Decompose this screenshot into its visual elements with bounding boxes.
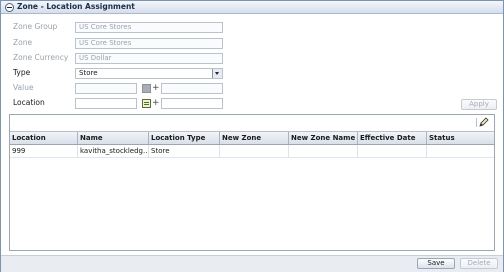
column-header-effective-date[interactable]: Effective Date <box>358 132 427 144</box>
column-header-status[interactable]: Status <box>427 132 494 144</box>
table-row[interactable]: 999 kavitha_stockledg... Store <box>10 145 494 158</box>
location-lookup-icon[interactable] <box>142 99 151 108</box>
cell-new-zone-name <box>289 145 358 157</box>
type-select-value: Store <box>79 69 98 77</box>
value-plus-icon: + <box>152 83 160 93</box>
footer-bar: Save Delete <box>1 255 503 272</box>
location-field[interactable] <box>75 98 137 109</box>
zone-field: US Core Stores <box>75 38 223 49</box>
window-title: Zone - Location Assignment <box>17 2 135 11</box>
type-select[interactable]: Store <box>75 68 223 79</box>
delete-button[interactable]: Delete <box>460 258 498 269</box>
column-header-name[interactable]: Name <box>78 132 149 144</box>
type-label: Type <box>13 68 31 77</box>
location-description-field <box>161 98 223 109</box>
column-header-new-zone[interactable]: New Zone <box>220 132 289 144</box>
value-lookup-icon <box>142 84 151 93</box>
toolbar-divider <box>476 118 477 127</box>
zone-group-field: US Core Stores <box>75 22 223 33</box>
zone-location-assignment-window: Zone - Location Assignment Zone Group US… <box>0 0 504 272</box>
table-header: Location Name Location Type New Zone New… <box>10 131 494 145</box>
value-description-field <box>161 83 223 94</box>
cell-new-zone <box>220 145 289 157</box>
location-table: Location Name Location Type New Zone New… <box>9 114 495 251</box>
collapse-icon[interactable] <box>5 3 14 12</box>
cell-status <box>427 145 494 157</box>
zone-currency-label: Zone Currency <box>13 53 69 62</box>
zone-group-label: Zone Group <box>13 22 58 31</box>
value-label: Value <box>13 83 34 92</box>
save-button[interactable]: Save <box>417 258 455 269</box>
title-bar: Zone - Location Assignment <box>1 1 503 14</box>
column-header-new-zone-name[interactable]: New Zone Name <box>289 132 358 144</box>
cell-location: 999 <box>10 145 78 157</box>
cell-name: kavitha_stockledg... <box>80 145 149 157</box>
value-field <box>75 83 137 94</box>
column-header-location[interactable]: Location <box>10 132 78 144</box>
zone-currency-field: US Dollar <box>75 53 223 64</box>
location-plus-icon[interactable]: + <box>152 99 160 108</box>
zone-label: Zone <box>13 38 33 47</box>
table-toolbar <box>10 115 494 130</box>
chevron-down-icon[interactable] <box>212 69 222 78</box>
cell-effective-date <box>358 145 427 157</box>
column-header-location-type[interactable]: Location Type <box>149 132 220 144</box>
cell-location-type: Store <box>149 145 220 157</box>
pencil-icon[interactable] <box>479 117 489 127</box>
location-label: Location <box>13 98 45 107</box>
apply-button[interactable]: Apply <box>461 99 497 110</box>
